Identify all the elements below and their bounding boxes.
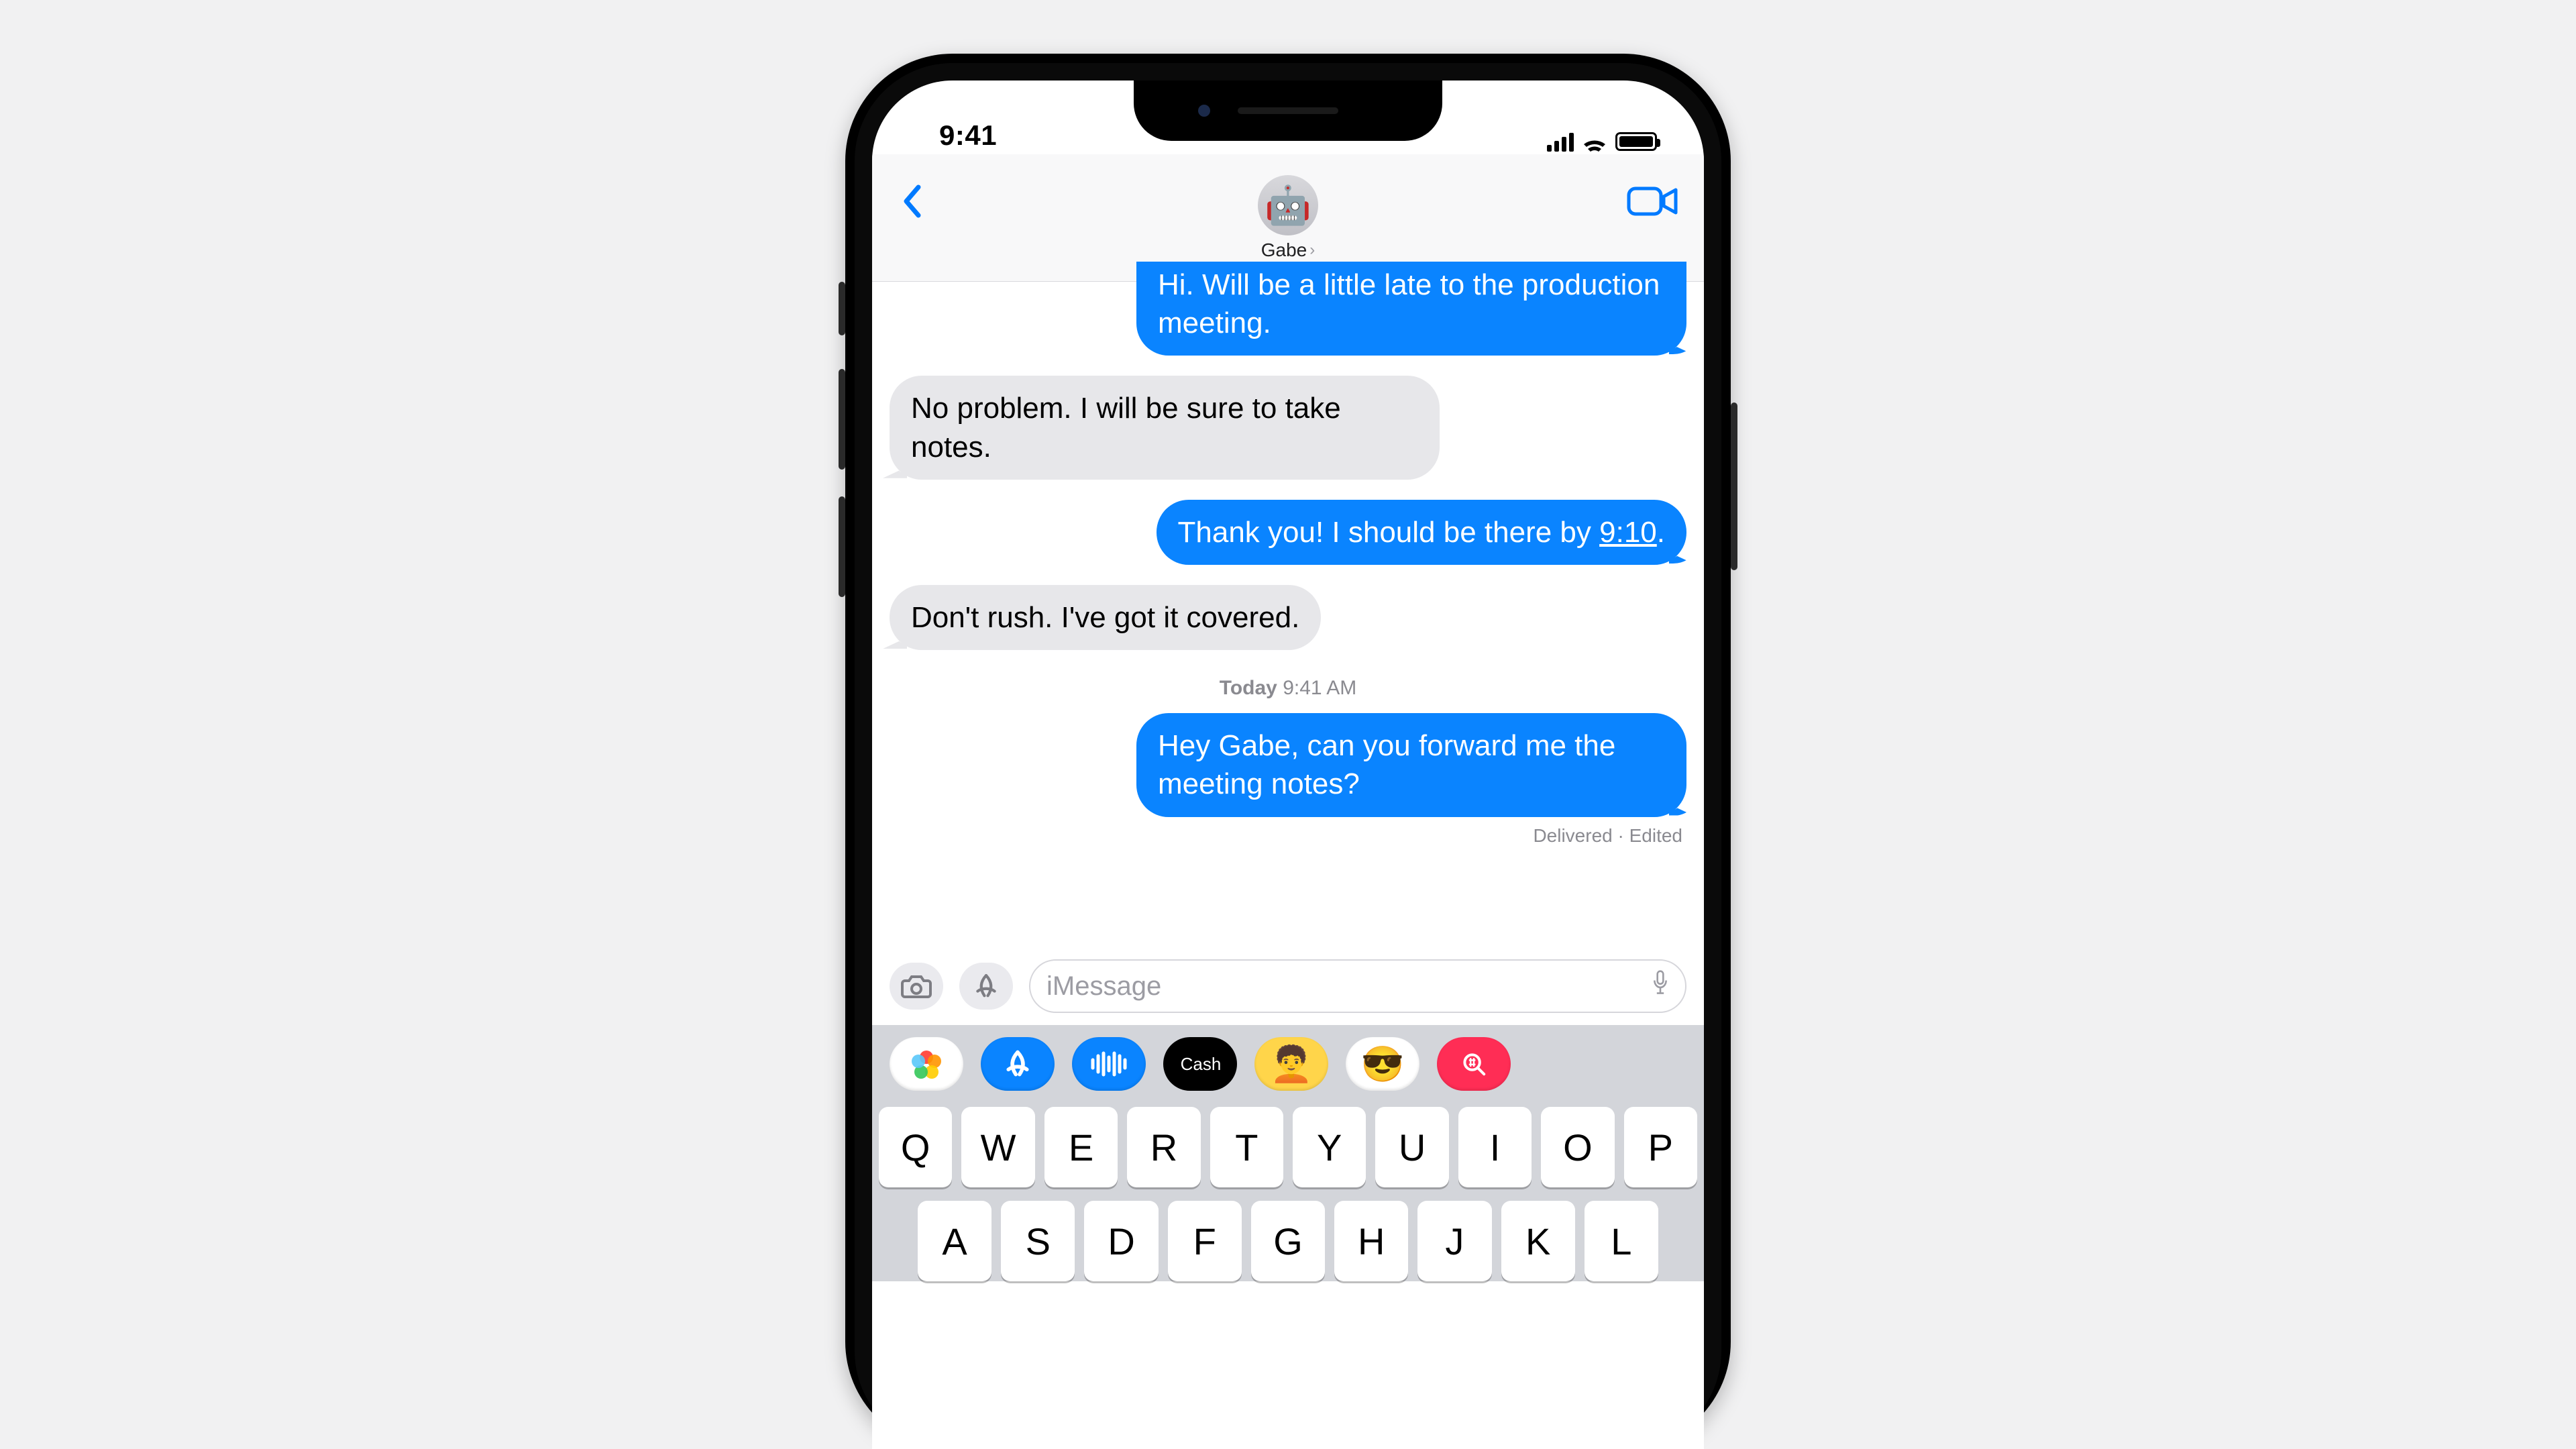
camera-button[interactable] (890, 963, 943, 1010)
chevron-right-icon: › (1309, 241, 1315, 260)
mute-switch (839, 282, 845, 335)
appstore-app-icon[interactable] (981, 1037, 1055, 1091)
message-sent[interactable]: Thank you! I should be there by 9:10. (1157, 500, 1687, 565)
battery-icon (1615, 132, 1657, 151)
message-received[interactable]: Don't rush. I've got it covered. (890, 585, 1321, 650)
apple-cash-app-icon[interactable]: Cash (1163, 1037, 1237, 1091)
audio-app-icon[interactable] (1072, 1037, 1146, 1091)
message-sent[interactable]: Hey Gabe, can you forward me the meeting… (1136, 713, 1686, 816)
key-f[interactable]: F (1168, 1201, 1242, 1281)
key-t[interactable]: T (1210, 1107, 1283, 1187)
app-drawer-button[interactable] (959, 963, 1013, 1010)
timestamp-separator: Today 9:41 AM (890, 677, 1686, 700)
phone-screen: 9:41 (872, 80, 1704, 1449)
key-q[interactable]: Q (879, 1107, 952, 1187)
compose-bar: iMessage (872, 946, 1704, 1025)
volume-up-button (839, 369, 845, 470)
key-w[interactable]: W (961, 1107, 1034, 1187)
status-time: 9:41 (912, 119, 997, 152)
wifi-icon (1582, 132, 1607, 151)
contact-avatar[interactable]: 🤖 (1258, 175, 1318, 235)
memoji-app-icon[interactable]: 🧑‍🦱 (1254, 1037, 1328, 1091)
key-u[interactable]: U (1375, 1107, 1448, 1187)
keyboard[interactable]: QWERTYUIOP ASDFGHJKL (872, 1102, 1704, 1281)
key-k[interactable]: K (1501, 1201, 1575, 1281)
key-o[interactable]: O (1541, 1107, 1614, 1187)
key-g[interactable]: G (1251, 1201, 1325, 1281)
key-y[interactable]: Y (1293, 1107, 1366, 1187)
contact-name-label: Gabe (1261, 239, 1307, 261)
message-list[interactable]: Hi. Will be a little late to the product… (872, 282, 1704, 946)
key-s[interactable]: S (1001, 1201, 1075, 1281)
key-d[interactable]: D (1084, 1201, 1158, 1281)
key-r[interactable]: R (1127, 1107, 1200, 1187)
back-button[interactable] (892, 181, 932, 221)
facetime-button[interactable] (1626, 181, 1680, 221)
key-i[interactable]: I (1458, 1107, 1532, 1187)
cellular-icon (1547, 131, 1574, 152)
key-h[interactable]: H (1334, 1201, 1408, 1281)
message-input[interactable]: iMessage (1029, 959, 1686, 1013)
key-j[interactable]: J (1417, 1201, 1491, 1281)
stickers-app-icon[interactable]: 😎 (1346, 1037, 1419, 1091)
phone-frame: 9:41 (845, 54, 1731, 1449)
message-sent[interactable]: Hi. Will be a little late to the product… (1136, 262, 1686, 356)
hashtag-images-app-icon[interactable] (1437, 1037, 1511, 1091)
message-placeholder: iMessage (1046, 971, 1161, 1002)
imessage-app-strip[interactable]: Cash 🧑‍🦱 😎 (872, 1025, 1704, 1102)
key-p[interactable]: P (1624, 1107, 1697, 1187)
delivery-status: Delivered · Edited (890, 825, 1686, 847)
power-button (1731, 402, 1737, 570)
contact-name-button[interactable]: Gabe › (1261, 239, 1316, 261)
time-link[interactable]: 9:10 (1599, 516, 1657, 549)
key-e[interactable]: E (1044, 1107, 1118, 1187)
key-a[interactable]: A (918, 1201, 991, 1281)
avatar-emoji: 🤖 (1265, 183, 1311, 227)
photos-app-icon[interactable] (890, 1037, 963, 1091)
volume-down-button (839, 496, 845, 597)
message-received[interactable]: No problem. I will be sure to take notes… (890, 376, 1440, 479)
key-l[interactable]: L (1585, 1201, 1658, 1281)
dictation-button[interactable] (1652, 970, 1669, 1002)
notch (1134, 80, 1442, 141)
cash-label: Cash (1181, 1054, 1222, 1075)
